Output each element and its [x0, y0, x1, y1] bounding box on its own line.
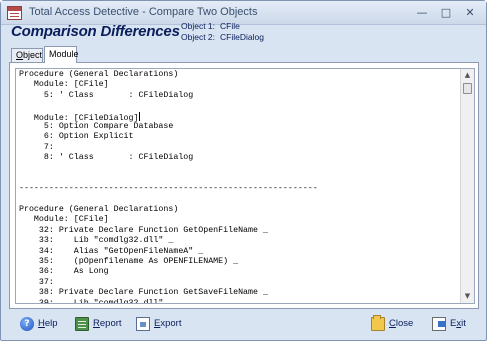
- report-button[interactable]: Report: [75, 316, 130, 332]
- code-line: Procedure (General Declarations): [19, 70, 179, 79]
- export-button[interactable]: Export: [136, 316, 191, 332]
- report-icon: [75, 317, 89, 331]
- scroll-thumb[interactable]: [463, 83, 472, 94]
- close-window-button[interactable]: ✕: [459, 5, 481, 21]
- code-line: 32: Private Declare Function GetOpenFile…: [19, 225, 268, 235]
- object2-value: CFileDialog: [220, 32, 264, 42]
- report-label-rest: eport: [99, 318, 122, 329]
- title-bar: Total Access Detective - Compare Two Obj…: [1, 1, 486, 25]
- module-tab-panel: Procedure (General Declarations) Module:…: [9, 62, 479, 309]
- tab-object-label: bject: [23, 50, 43, 60]
- code-line: 38: Private Declare Function GetSaveFile…: [19, 288, 268, 298]
- scroll-down-arrow-icon[interactable]: ▼: [461, 290, 474, 303]
- close-accesskey: C: [389, 318, 396, 329]
- tab-object-accesskey: O: [16, 50, 24, 60]
- help-accesskey: H: [38, 318, 45, 329]
- code-listing: Procedure (General Declarations) Module:…: [19, 70, 459, 304]
- code-line: Procedure (General Declarations): [19, 205, 179, 215]
- code-line: Module: [CFileDialog]: [19, 111, 140, 123]
- code-line: 5: Option Compare Database: [19, 121, 174, 131]
- exit-label-rest: it: [461, 318, 466, 329]
- exit-label: Exit: [450, 316, 466, 332]
- help-icon: [20, 317, 34, 331]
- code-line: 37:: [19, 277, 59, 287]
- code-line: 5: ' Class : CFileDialog: [19, 90, 194, 100]
- export-icon: [136, 317, 150, 331]
- object1-value: CFile: [220, 21, 240, 31]
- code-line: 36: As Long: [19, 267, 109, 277]
- code-line: 39: Lib "comdlg32.dll" _: [19, 298, 174, 304]
- exit-button[interactable]: Exit: [432, 316, 472, 332]
- minimize-button[interactable]: —: [411, 5, 433, 21]
- comparison-header: Comparison Differences Object 1: CFile O…: [2, 21, 485, 46]
- code-line: 33: Lib "comdlg32.dll" _: [19, 236, 174, 246]
- tab-object[interactable]: Object: [11, 48, 43, 62]
- help-label: Help: [38, 316, 58, 332]
- code-line: 8: ' Class : CFileDialog: [19, 153, 194, 163]
- scroll-up-arrow-icon[interactable]: ▲: [461, 69, 474, 82]
- code-line: Module: [CFile]: [19, 80, 109, 90]
- code-line: Module: [CFile]: [19, 215, 109, 225]
- report-label: Report: [93, 316, 122, 332]
- export-label: Export: [154, 316, 181, 332]
- text-cursor: [138, 111, 140, 121]
- tab-module[interactable]: Module: [44, 46, 79, 63]
- export-label-rest: xport: [160, 318, 182, 329]
- object2-label: Object 2:: [181, 32, 216, 42]
- close-label-rest: lose: [395, 318, 414, 329]
- differences-textbox[interactable]: Procedure (General Declarations) Module:…: [15, 68, 475, 304]
- help-button[interactable]: Help: [20, 316, 70, 332]
- code-line: 7:: [19, 142, 59, 152]
- help-label-rest: elp: [44, 318, 58, 329]
- button-bar: Help Report Export Close Exit: [2, 310, 485, 340]
- code-line: ----------------------------------------…: [19, 184, 318, 194]
- close-label: Close: [389, 316, 413, 332]
- object1-label: Object 1:: [181, 21, 216, 31]
- code-line: 35: (pOpenfilename As OPENFILENAME) _: [19, 257, 239, 267]
- exit-icon: [432, 317, 446, 331]
- window-title: Total Access Detective - Compare Two Obj…: [29, 6, 258, 18]
- maximize-button[interactable]: □: [435, 5, 457, 21]
- compare-window: Total Access Detective - Compare Two Obj…: [0, 0, 487, 341]
- vertical-scrollbar[interactable]: ▲ ▼: [460, 69, 474, 303]
- report-accesskey: R: [93, 318, 100, 329]
- close-button[interactable]: Close: [371, 315, 421, 332]
- close-folder-icon: [371, 315, 385, 331]
- page-title: Comparison Differences: [11, 23, 180, 40]
- code-line: 34: Alias "GetOpenFileNameA" _: [19, 246, 204, 256]
- app-icon: [7, 6, 22, 20]
- code-line: 6: Option Explicit: [19, 132, 134, 142]
